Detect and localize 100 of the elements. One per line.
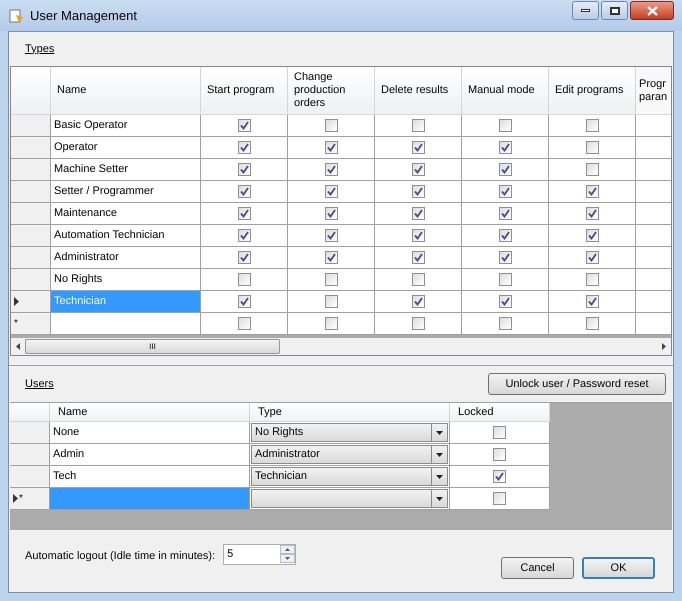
column-header[interactable]: Change production orders [288,67,375,115]
minimize-button[interactable] [572,1,599,20]
checkbox[interactable] [238,229,250,242]
checkbox[interactable] [586,317,598,330]
table-cell[interactable] [636,247,671,269]
checkbox[interactable] [238,295,250,308]
checkbox[interactable] [412,185,424,198]
checkbox[interactable] [412,251,424,264]
row-header[interactable] [11,291,51,313]
row-header[interactable]: * [10,488,50,510]
checkbox[interactable] [493,448,506,461]
table-cell[interactable]: Tech [50,466,250,488]
checkbox[interactable] [238,119,250,132]
close-button[interactable] [630,1,674,20]
checkbox[interactable] [238,251,250,264]
table-cell[interactable] [636,225,671,247]
checkbox[interactable] [498,317,512,330]
checkbox[interactable] [324,251,338,264]
row-header[interactable]: * [11,313,51,335]
checkbox[interactable] [586,185,598,198]
checkbox[interactable] [498,185,512,198]
checkbox[interactable] [586,295,598,308]
checkbox[interactable] [586,251,598,264]
checkbox[interactable] [498,273,512,286]
column-header[interactable]: Locked [450,403,550,422]
checkbox[interactable] [238,141,250,154]
table-cell[interactable]: Machine Setter [51,159,201,181]
column-header[interactable]: Type [250,403,450,422]
checkbox[interactable] [586,119,598,132]
column-header[interactable]: Delete results [375,67,462,115]
checkbox[interactable] [324,229,338,242]
checkbox[interactable] [324,207,338,220]
table-cell[interactable] [636,269,671,291]
checkbox[interactable] [498,229,512,242]
table-cell[interactable]: None [50,422,250,444]
type-dropdown[interactable]: No Rights [251,423,448,442]
checkbox[interactable] [498,251,512,264]
checkbox[interactable] [238,317,250,330]
checkbox[interactable] [498,141,512,154]
table-cell[interactable] [636,291,671,313]
table-cell[interactable]: Admin [50,444,250,466]
checkbox[interactable] [586,207,598,220]
checkbox[interactable] [586,273,598,286]
checkbox[interactable] [498,119,512,132]
checkbox[interactable] [412,273,424,286]
checkbox[interactable] [586,163,598,176]
checkbox[interactable] [493,470,506,483]
spin-down-icon[interactable] [280,554,296,563]
table-cell[interactable] [636,203,671,225]
checkbox[interactable] [412,119,424,132]
checkbox[interactable] [324,273,338,286]
checkbox[interactable] [412,229,424,242]
table-cell[interactable] [636,137,671,159]
table-cell[interactable]: Automation Technician [51,225,201,247]
checkbox[interactable] [324,141,338,154]
column-header[interactable]: Manual mode [462,67,549,115]
table-cell[interactable] [636,313,671,335]
table-cell[interactable] [636,115,671,137]
checkbox[interactable] [586,141,598,154]
table-cell[interactable]: Maintenance [51,203,201,225]
checkbox[interactable] [493,492,506,505]
table-cell[interactable]: Basic Operator [51,115,201,137]
type-dropdown[interactable] [251,489,448,508]
checkbox[interactable] [324,317,338,330]
checkbox[interactable] [238,273,250,286]
checkbox[interactable] [238,163,250,176]
scrollbar-thumb[interactable]: III [25,339,280,354]
table-cell[interactable] [636,181,671,203]
table-cell[interactable] [51,313,201,335]
checkbox[interactable] [412,317,424,330]
checkbox[interactable] [324,295,338,308]
type-dropdown[interactable]: Administrator [251,445,448,464]
table-cell[interactable]: No Rights [51,269,201,291]
checkbox[interactable] [498,163,512,176]
checkbox[interactable] [412,295,424,308]
column-header[interactable]: Name [50,403,250,422]
checkbox[interactable] [412,163,424,176]
checkbox[interactable] [238,185,250,198]
checkbox[interactable] [493,426,506,439]
column-header[interactable]: Start program [201,67,288,115]
checkbox[interactable] [498,295,512,308]
column-header[interactable]: Edit programs [549,67,636,115]
unlock-button[interactable]: Unlock user / Password reset [488,373,666,395]
maximize-button[interactable] [601,1,628,20]
dialog-button[interactable]: OK [582,557,655,579]
spin-up-icon[interactable] [280,545,296,554]
table-cell[interactable] [636,159,671,181]
checkbox[interactable] [324,119,338,132]
table-cell[interactable]: Operator [51,137,201,159]
checkbox[interactable] [412,207,424,220]
table-cell[interactable]: Setter / Programmer [51,181,201,203]
checkbox[interactable] [498,207,512,220]
idle-time-spinner[interactable]: 5 [223,544,296,565]
type-dropdown[interactable]: Technician [251,467,448,486]
table-cell[interactable] [50,488,250,510]
column-header[interactable]: Progr paran [636,67,671,115]
checkbox[interactable] [412,141,424,154]
table-cell[interactable]: Administrator [51,247,201,269]
checkbox[interactable] [238,207,250,220]
dialog-button[interactable]: Cancel [501,557,574,579]
